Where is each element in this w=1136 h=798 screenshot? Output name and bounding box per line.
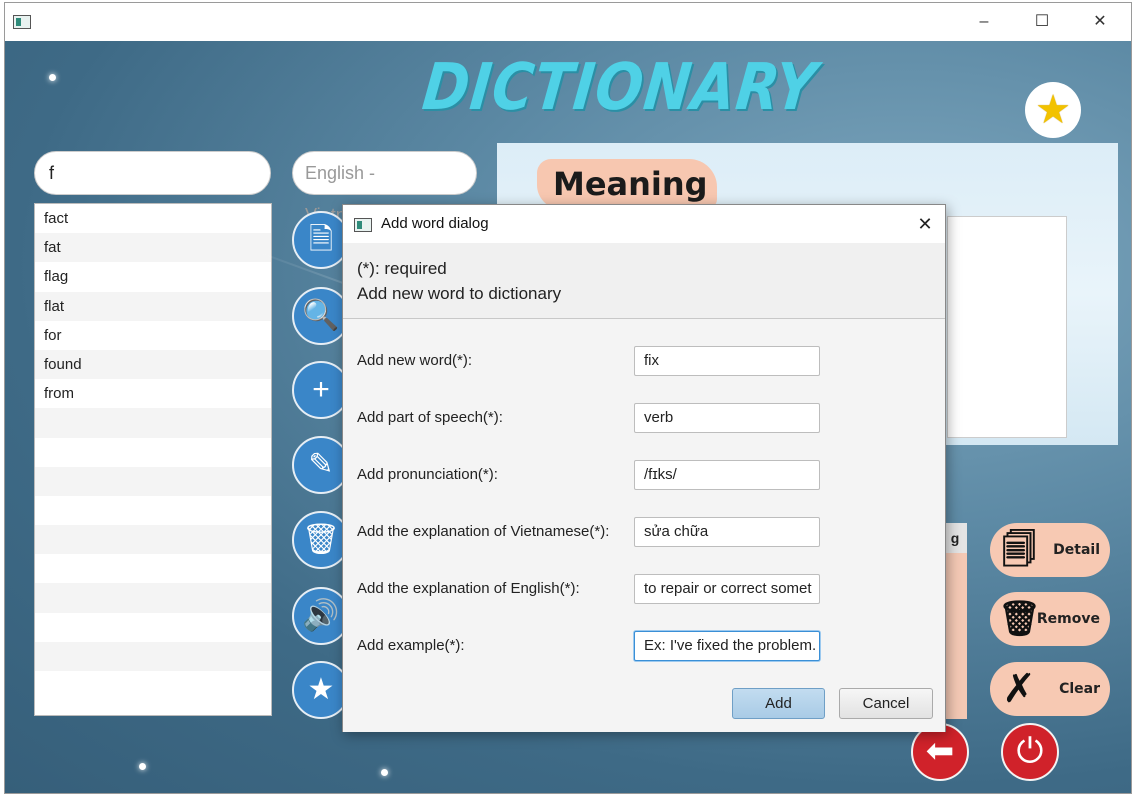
english-explanation-field[interactable]: to repair or correct somet [634,574,820,604]
list-item[interactable]: for [35,321,271,350]
example-label: Add example(*): [357,637,465,654]
window-titlebar: – ☐ ✕ [5,3,1131,41]
list-item [35,671,271,700]
decor-dot [139,763,146,770]
favorites-star-button[interactable]: ★ [1025,82,1081,138]
example-field[interactable]: Ex: I've fixed the problem. [634,631,820,661]
list-item [35,583,271,613]
power-button[interactable]: ⏻ [1001,723,1059,781]
clear-label: Clear [1059,681,1100,697]
edit-icon: ✎ [308,448,334,481]
list-item[interactable]: fat [35,233,271,263]
language-selector[interactable]: English - Vietnamese [292,151,477,225]
new-word-label: Add new word(*): [357,352,473,369]
delete-icon: 🗑 [301,523,341,556]
vietnamese-explanation-label: Add the explanation of Vietnamese(*): [357,523,610,540]
new-word-field[interactable]: fix [634,346,820,376]
list-item[interactable]: flag [35,262,271,291]
minimize-button[interactable]: – [955,3,1013,41]
part-of-speech-field[interactable]: verb [634,403,820,433]
dialog-titlebar: Add word dialog ✕ [343,205,945,243]
list-item [35,408,271,438]
decor-dot [381,769,388,776]
list-item [35,525,271,555]
required-note: (*): required [357,259,447,278]
list-item [35,438,271,467]
pronunciation-field[interactable]: /fɪks/ [634,460,820,490]
remove-label: Remove [1036,611,1100,627]
search-icon: 🔍 [302,299,340,332]
dialog-close-button[interactable]: ✕ [913,205,937,243]
list-item [35,466,271,496]
clear-button[interactable]: ✗ Clear [990,662,1110,716]
close-button[interactable]: ✕ [1071,3,1129,41]
add-button[interactable]: Add [732,688,825,719]
add-word-dialog: Add word dialog ✕ (*): required Add new … [342,204,946,732]
list-item[interactable]: found [35,349,271,380]
add-icon: + [312,373,330,406]
dialog-title: Add word dialog [381,215,489,232]
detail-button[interactable]: 🗐 Detail [990,523,1110,577]
list-item[interactable]: flat [35,291,271,321]
power-icon: ⏻ [1016,732,1044,770]
dialog-app-icon [354,218,372,232]
dialog-heading: Add new word to dictionary [357,284,562,303]
document-search-icon: 🗎 [308,223,334,256]
clear-icon: ✗ [1002,666,1036,712]
pronunciation-label: Add pronunciation(*): [357,466,498,483]
list-item [35,496,271,525]
detail-icon: 🗐 [1002,530,1036,570]
list-item [35,554,271,583]
remove-icon: 🗑 [998,599,1042,639]
part-of-speech-label: Add part of speech(*): [357,409,503,426]
maximize-button[interactable]: ☐ [1013,3,1071,41]
list-item[interactable]: fact [35,204,271,233]
english-explanation-label: Add the explanation of English(*): [357,580,580,597]
detail-label: Detail [1053,542,1100,558]
list-item [35,641,271,671]
star-icon: ★ [307,673,335,706]
back-arrow-icon: ⬅ [925,732,955,770]
dialog-header: (*): required Add new word to dictionary [343,243,945,319]
list-item[interactable]: from [35,379,271,408]
app-icon [13,15,31,29]
meaning-text-area[interactable] [947,216,1067,438]
speaker-icon: 🔊 [302,599,340,632]
remove-button[interactable]: 🗑 Remove [990,592,1110,646]
decor-dot [49,74,56,81]
list-item [35,613,271,642]
cancel-button[interactable]: Cancel [839,688,933,719]
app-logo: DICTIONARY [419,50,821,125]
vietnamese-explanation-field[interactable]: sửa chữa [634,517,820,547]
detail-panel-label: g [943,523,967,553]
meaning-title: Meaning [537,159,717,209]
word-list[interactable]: fact fat flag flat for found from [34,203,272,716]
search-input[interactable]: f [34,151,271,195]
dialog-form: Add new word(*): fix Add part of speech(… [343,320,945,732]
